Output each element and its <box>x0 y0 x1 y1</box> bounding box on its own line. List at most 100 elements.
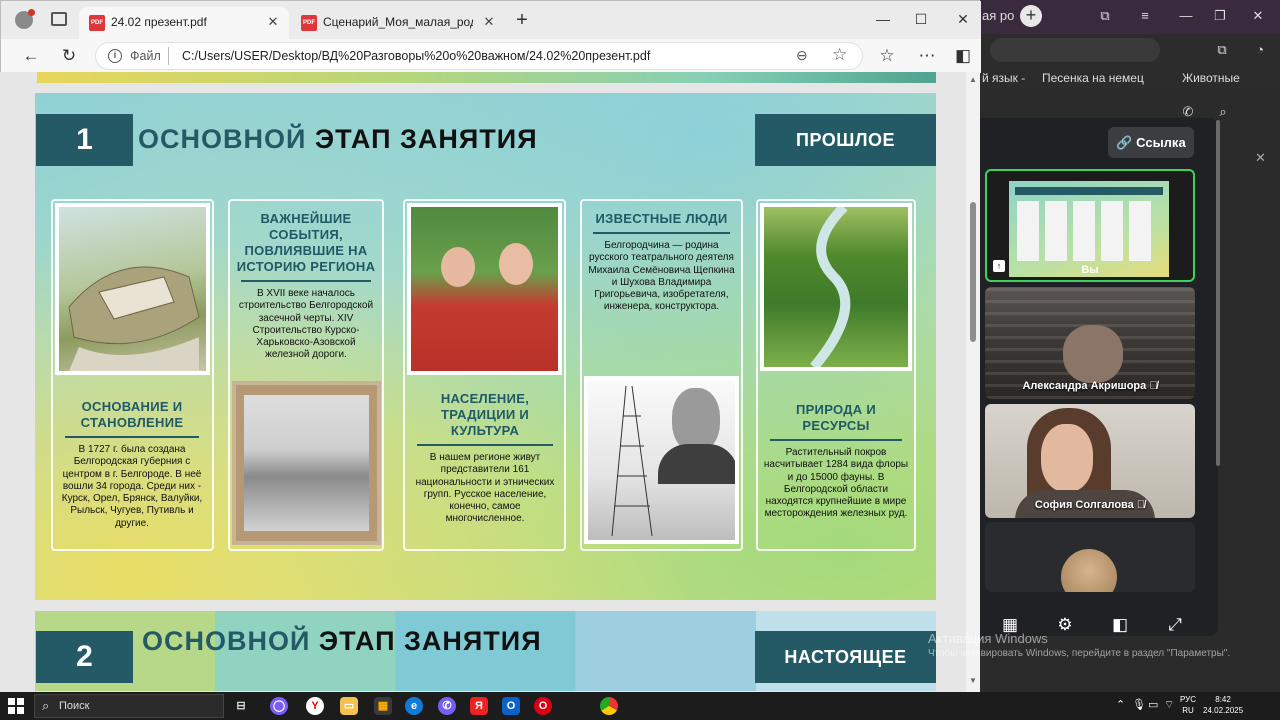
slide-title-part1: ОСНОВНОЙ <box>142 626 311 656</box>
address-bar[interactable]: i Файл C:/Users/USER/Desktop/ВД%20Разгов… <box>95 42 863 70</box>
maximize-icon[interactable]: ☐ <box>909 9 933 29</box>
participant-name: София Солгалова 🎙̸ <box>1034 499 1146 511</box>
card-population-title: НАСЕЛЕНИЕ, ТРАДИЦИИ И КУЛЬТУРА <box>440 391 530 438</box>
card-people-title: ИЗВЕСТНЫЕ ЛЮДИ <box>595 211 728 226</box>
bookmark-item[interactable]: Песенка на немец <box>1042 71 1144 85</box>
folk-costume-photo <box>407 203 562 375</box>
back-icon[interactable]: ← <box>19 44 43 68</box>
restore-icon[interactable]: ❐ <box>1212 8 1228 24</box>
yandex-browser-icon[interactable]: Y <box>306 697 324 715</box>
participant-tile-self[interactable]: ↑ Вы <box>985 169 1195 282</box>
card-people: ИЗВЕСТНЫЕ ЛЮДИ Белгородчина — родина рус… <box>585 211 738 314</box>
battery-icon[interactable]: ▭ <box>1148 698 1158 711</box>
fortress-drawing <box>68 266 200 371</box>
taskbar: ⌕ Поиск ⊟ ◯ Y ▭ ▦ e ✆ Я O O ⌃ 🎙 ▭ ⌔ РУС … <box>0 692 1280 720</box>
slide-1: 1 ОСНОВНОЙ ЭТАП ЗАНЯТИЯ ПРОШЛОЕ ОСНОВАНИ… <box>35 93 936 600</box>
card-population-body: В нашем регионе живут представители 161 … <box>415 452 555 525</box>
edge-browser-icon[interactable]: e <box>405 697 423 715</box>
tab-scenario[interactable]: PDF Сценарий_Моя_малая_родина_9 ✕ <box>291 7 503 39</box>
participant-tile[interactable]: Александра Акришора 🎙̸ <box>985 287 1195 399</box>
slide-title-part2: ЭТАП ЗАНЯТИЯ <box>318 626 542 656</box>
profile-avatar-icon[interactable] <box>15 9 35 29</box>
address-scheme: Файл <box>130 49 161 63</box>
participant-face <box>1041 424 1093 492</box>
card-nature: ПРИРОДА И РЕСУРСЫ Растительный покров на… <box>762 402 910 521</box>
card-founding-title: ОСНОВАНИЕ И СТАНОВЛЕНИЕ <box>80 399 184 430</box>
address-url[interactable]: C:/Users/USER/Desktop/ВД%20Разговоры%20о… <box>182 49 650 63</box>
search-icon: ⌕ <box>42 698 50 713</box>
language-indicator[interactable]: РУС RU <box>1180 694 1196 716</box>
close-icon[interactable]: ✕ <box>1255 150 1266 166</box>
opera-icon[interactable]: O <box>534 697 552 715</box>
river-landscape-photo <box>760 203 912 371</box>
minimize-icon[interactable]: — <box>1178 8 1194 24</box>
chrome-icon[interactable] <box>600 697 618 715</box>
alice-app-icon[interactable]: ◯ <box>270 697 288 715</box>
participant-tile[interactable] <box>985 522 1195 592</box>
favorite-star-icon[interactable]: ☆ <box>832 45 847 65</box>
outlook-icon[interactable]: O <box>502 697 520 715</box>
close-icon[interactable]: ✕ <box>1250 8 1266 24</box>
info-icon[interactable]: i <box>108 49 122 63</box>
collections-icon[interactable]: ⧉ <box>1097 8 1113 24</box>
background-tab-title[interactable]: ая ро <box>982 8 1014 23</box>
new-tab-button[interactable]: + <box>512 10 532 31</box>
link-button[interactable]: 🔗 Ссылка <box>1108 127 1194 158</box>
yandex-icon[interactable]: Я <box>470 697 488 715</box>
network-icon[interactable]: ⌔ <box>1164 698 1174 712</box>
background-new-tab-button[interactable]: + <box>1020 5 1042 27</box>
background-bookmarks-bar: й язык - Песенка на немец Животные <box>980 66 1280 90</box>
tab-pdf-presentation[interactable]: PDF 24.02 презент.pdf ✕ <box>79 7 289 39</box>
taskbar-search[interactable]: ⌕ Поиск <box>34 694 224 718</box>
windows-activation-watermark: Активация Windows Чтобы активировать Win… <box>928 631 1230 659</box>
menu-icon[interactable]: ≡ <box>1137 8 1153 24</box>
bookmark-item[interactable]: Животные <box>1182 71 1240 85</box>
clock-time: 8:42 <box>1215 695 1231 704</box>
pdf-scrollbar[interactable]: ▲ ▼ <box>966 72 980 692</box>
clock-date: 24.02.2025 <box>1203 706 1244 715</box>
windows-start-icon[interactable] <box>8 698 24 714</box>
scroll-up-icon[interactable]: ▲ <box>968 75 978 84</box>
task-view-icon[interactable]: ⊟ <box>232 697 250 715</box>
clock[interactable]: 8:42 24.02.2025 <box>1203 694 1243 716</box>
calculator-icon[interactable]: ▦ <box>374 697 392 715</box>
card-divider <box>65 436 199 438</box>
participant-tile[interactable]: София Солгалова 🎙̸ <box>985 404 1195 518</box>
old-building-photo <box>232 381 381 545</box>
shukhov-photo <box>584 376 739 544</box>
scroll-down-icon[interactable]: ▼ <box>968 676 978 685</box>
bookmark-item[interactable]: й язык - <box>982 71 1025 85</box>
file-explorer-icon[interactable]: ▭ <box>340 697 358 715</box>
tab-close-icon[interactable]: ✕ <box>265 14 281 30</box>
slide-title-part2: ЭТАП ЗАНЯТИЯ <box>314 124 538 154</box>
background-address-bar[interactable] <box>990 38 1160 62</box>
pdf-icon: PDF <box>89 15 105 31</box>
scrollbar-thumb[interactable] <box>970 202 976 342</box>
minimize-icon[interactable]: — <box>871 9 895 29</box>
sidebar-icon[interactable]: ◧ <box>951 44 975 68</box>
mic-off-icon: 🎙̸ <box>1149 380 1158 392</box>
close-icon[interactable]: ✕ <box>951 9 975 29</box>
search-icon[interactable]: ⌕ <box>1215 104 1231 120</box>
microphone-icon[interactable]: 🎙 <box>1132 698 1146 711</box>
tab-close-icon[interactable]: ✕ <box>481 14 497 30</box>
fortress-illustration-image <box>55 203 210 375</box>
refresh-icon[interactable]: ↻ <box>57 44 81 68</box>
favorites-icon[interactable]: ☆ <box>875 44 899 68</box>
preview-card <box>1017 201 1039 261</box>
zoom-icon[interactable]: ⊖ <box>796 47 808 64</box>
preview-card <box>1073 201 1095 261</box>
card-divider <box>241 280 371 282</box>
preview-card <box>1129 201 1151 261</box>
tray-chevron-icon[interactable]: ⌃ <box>1116 698 1125 711</box>
viber-icon[interactable]: ✆ <box>438 697 456 715</box>
panel-scrollbar[interactable] <box>1216 120 1220 466</box>
participant-name: Вы <box>1081 264 1099 276</box>
extensions-icon[interactable]: ⧉ <box>1214 42 1230 58</box>
tab-actions-icon[interactable] <box>51 12 67 26</box>
profile-icon[interactable]: ◔ <box>1252 42 1268 58</box>
river-drawing <box>810 207 851 367</box>
slide-number: 1 <box>36 114 133 166</box>
preview-header <box>1015 187 1163 195</box>
more-menu-icon[interactable]: ⋯ <box>915 44 939 68</box>
